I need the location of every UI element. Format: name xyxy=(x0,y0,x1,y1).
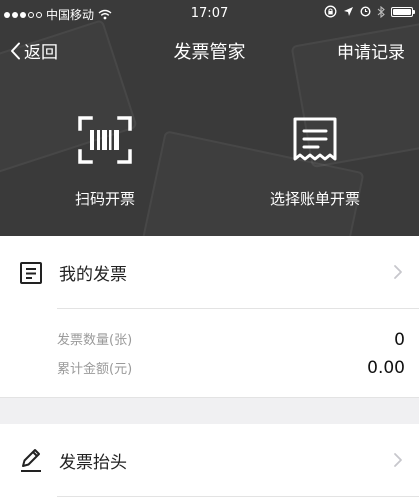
scan-invoice-button[interactable]: 扫码开票 xyxy=(25,112,185,222)
lock-rotation-icon xyxy=(324,5,337,18)
total-amount-label: 累计金额(元) xyxy=(57,362,133,377)
invoice-count-value: 0 xyxy=(394,330,405,350)
my-invoices-row[interactable]: 我的发票 xyxy=(0,236,419,308)
location-arrow-icon xyxy=(344,7,353,16)
total-amount-value: 0.00 xyxy=(367,358,405,378)
pencil-edit-icon xyxy=(21,449,41,472)
invoice-header-row[interactable]: 发票抬头 xyxy=(0,424,419,496)
battery-icon xyxy=(391,6,415,17)
invoice-stats: 发票数量(张) 0 累计金额(元) 0.00 xyxy=(0,309,419,397)
invoice-list-icon xyxy=(20,262,42,284)
status-bar: 中国移动 17:07 xyxy=(0,0,419,26)
bill-receipt-icon xyxy=(293,117,337,161)
status-right xyxy=(324,5,415,18)
barcode-scan-icon xyxy=(78,116,132,164)
my-invoices-title: 我的发票 xyxy=(59,265,127,285)
header-panel: 中国移动 17:07 返回 发票管家 申请记录 扫码开票 选择账单开票 xyxy=(0,0,419,236)
invoice-count-label: 发票数量(张) xyxy=(57,333,133,348)
bluetooth-icon xyxy=(377,5,385,18)
chevron-right-icon xyxy=(394,453,402,467)
nav-bar: 返回 发票管家 申请记录 xyxy=(0,26,419,76)
select-bill-invoice-button[interactable]: 选择账单开票 xyxy=(235,112,395,222)
section-separator xyxy=(0,398,419,424)
select-bill-invoice-label: 选择账单开票 xyxy=(269,190,360,208)
alarm-icon xyxy=(360,6,371,17)
invoice-header-title: 发票抬头 xyxy=(59,453,127,473)
scan-invoice-label: 扫码开票 xyxy=(74,190,135,208)
chevron-right-icon xyxy=(394,265,402,279)
apply-records-link[interactable]: 申请记录 xyxy=(337,38,405,63)
